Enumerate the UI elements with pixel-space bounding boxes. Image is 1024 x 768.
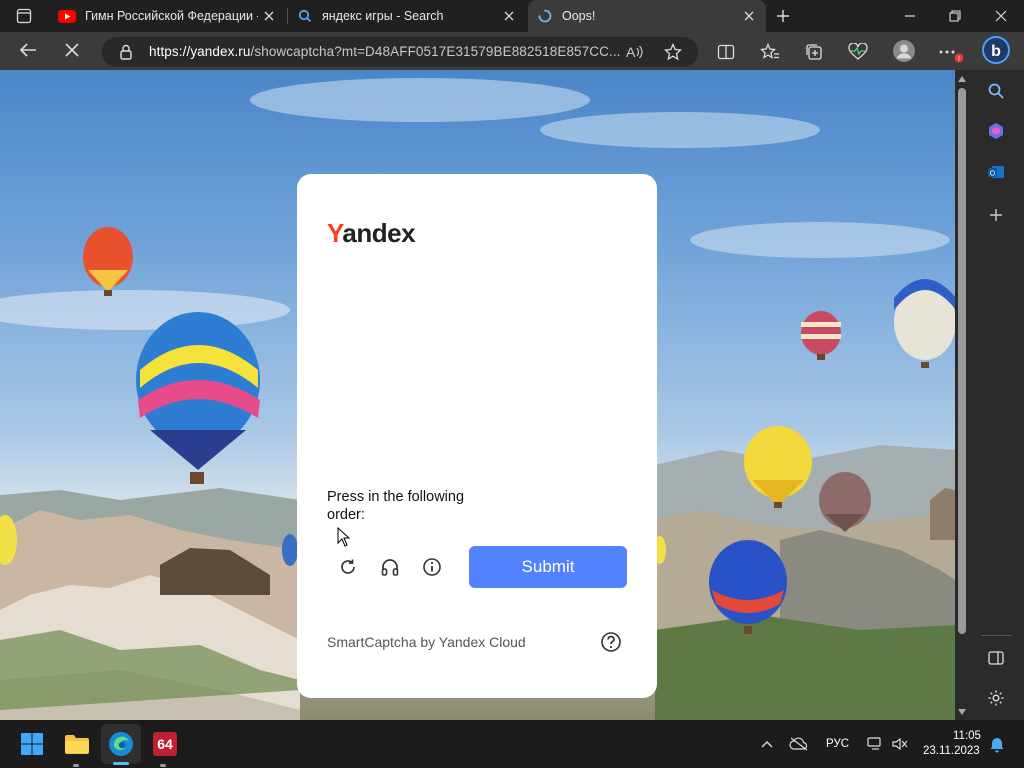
balloon-left-large [136,312,260,484]
url-text[interactable]: https://yandex.ru/showcaptcha?mt=D48AFF0… [149,44,621,59]
lock-icon[interactable] [111,37,141,67]
settings-more-icon[interactable]: ! [935,37,965,67]
hide-sidebar-icon[interactable] [981,643,1011,673]
tab-oops-active[interactable]: Oops! [528,0,766,32]
scroll-up-arrow-icon[interactable] [957,75,967,83]
notification-bell-icon[interactable] [982,729,1012,759]
split-screen-icon[interactable] [711,37,741,67]
close-tab-icon[interactable] [498,5,520,27]
new-tab-icon[interactable] [768,1,798,31]
sidebar-copilot-icon[interactable] [981,116,1011,146]
close-tab-icon[interactable] [258,5,280,27]
info-icon[interactable] [419,554,445,580]
taskbar-active-indicator [113,762,129,765]
tab-title: Гимн Российской Федерации - [85,9,258,23]
svg-text:b: b [991,43,1001,60]
loading-spinner-icon [538,9,552,23]
scrollbar-thumb[interactable] [958,88,966,634]
sidebar-settings-gear-icon[interactable] [981,683,1011,713]
clock-time[interactable]: 11:05 [953,730,981,742]
language-indicator[interactable]: РУС [826,738,849,750]
favorites-icon[interactable] [755,37,785,67]
show-hidden-icons-chevron-icon[interactable] [752,729,782,759]
help-question-icon[interactable] [598,629,624,655]
tab-title: яндекс игры - Search [322,9,444,23]
volume-muted-icon[interactable] [885,729,915,759]
sidebar-outlook-icon[interactable]: O [981,157,1011,187]
svg-text:!: ! [958,56,960,63]
back-arrow-icon[interactable] [13,35,43,65]
file-explorer-icon[interactable] [62,729,92,759]
audio-captcha-headphones-icon[interactable] [377,554,403,580]
captcha-instruction: Press in the following order: [327,489,465,523]
url-host: https://yandex.ru [149,44,251,59]
yandex-logo: Yandex [327,218,416,248]
stop-loading-icon[interactable] [57,35,87,65]
tab-strip: Гимн Российской Федерации - яндекс игры … [0,0,1024,32]
edge-browser-icon[interactable] [106,729,136,759]
collections-icon[interactable] [799,37,829,67]
submit-button[interactable]: Submit [469,546,627,588]
browser-essentials-icon[interactable] [843,37,873,67]
mouse-cursor-icon [337,527,351,547]
restore-window-icon[interactable] [940,1,970,31]
sidebar-add-icon[interactable] [981,200,1011,230]
profile-avatar-icon[interactable] [889,36,919,66]
windows-start-icon[interactable] [17,729,47,759]
url-path: /showcaptcha?mt=D48AFF0517E31579BE882518… [250,44,621,59]
address-bar[interactable]: https://yandex.ru/showcaptcha?mt=D48AFF0… [102,37,698,67]
balloon-left-small [83,227,133,296]
close-tab-icon[interactable] [738,5,760,27]
balloon-striped [801,311,841,360]
scroll-down-arrow-icon[interactable] [957,708,967,716]
sidebar-divider [981,635,1012,636]
smartcaptcha-brand-text: SmartCaptcha by Yandex Cloud [327,634,526,650]
tab-yandex-search[interactable]: яндекс игры - Search [288,0,526,32]
clock-date[interactable]: 23.11.2023 [923,745,980,757]
refresh-captcha-icon[interactable] [335,554,361,580]
svg-text:O: O [990,170,996,177]
onedrive-offline-icon[interactable] [784,729,814,759]
bing-copilot-icon[interactable]: b [981,35,1011,65]
sidebar-search-icon[interactable] [981,76,1011,106]
close-window-icon[interactable] [986,1,1016,31]
balloon-blue-right [894,279,955,368]
tab-youtube-anthem[interactable]: Гимн Российской Федерации - [48,0,286,32]
tab-actions-menu-icon[interactable] [9,1,39,31]
taskbar-running-indicator [73,764,79,767]
taskbar-running-indicator [160,764,166,767]
bing-search-icon [298,9,312,23]
aida64-app-icon[interactable]: 64 [150,729,180,759]
youtube-icon [58,9,76,23]
minimize-window-icon[interactable] [895,1,925,31]
favorite-star-icon[interactable] [658,37,688,67]
tab-title: Oops! [562,9,596,23]
svg-text:A: A [626,44,636,60]
captcha-card: Yandex Press in the following order: Sub… [297,174,657,698]
read-aloud-icon[interactable]: A [619,37,649,67]
app-badge-text: 64 [153,732,177,756]
